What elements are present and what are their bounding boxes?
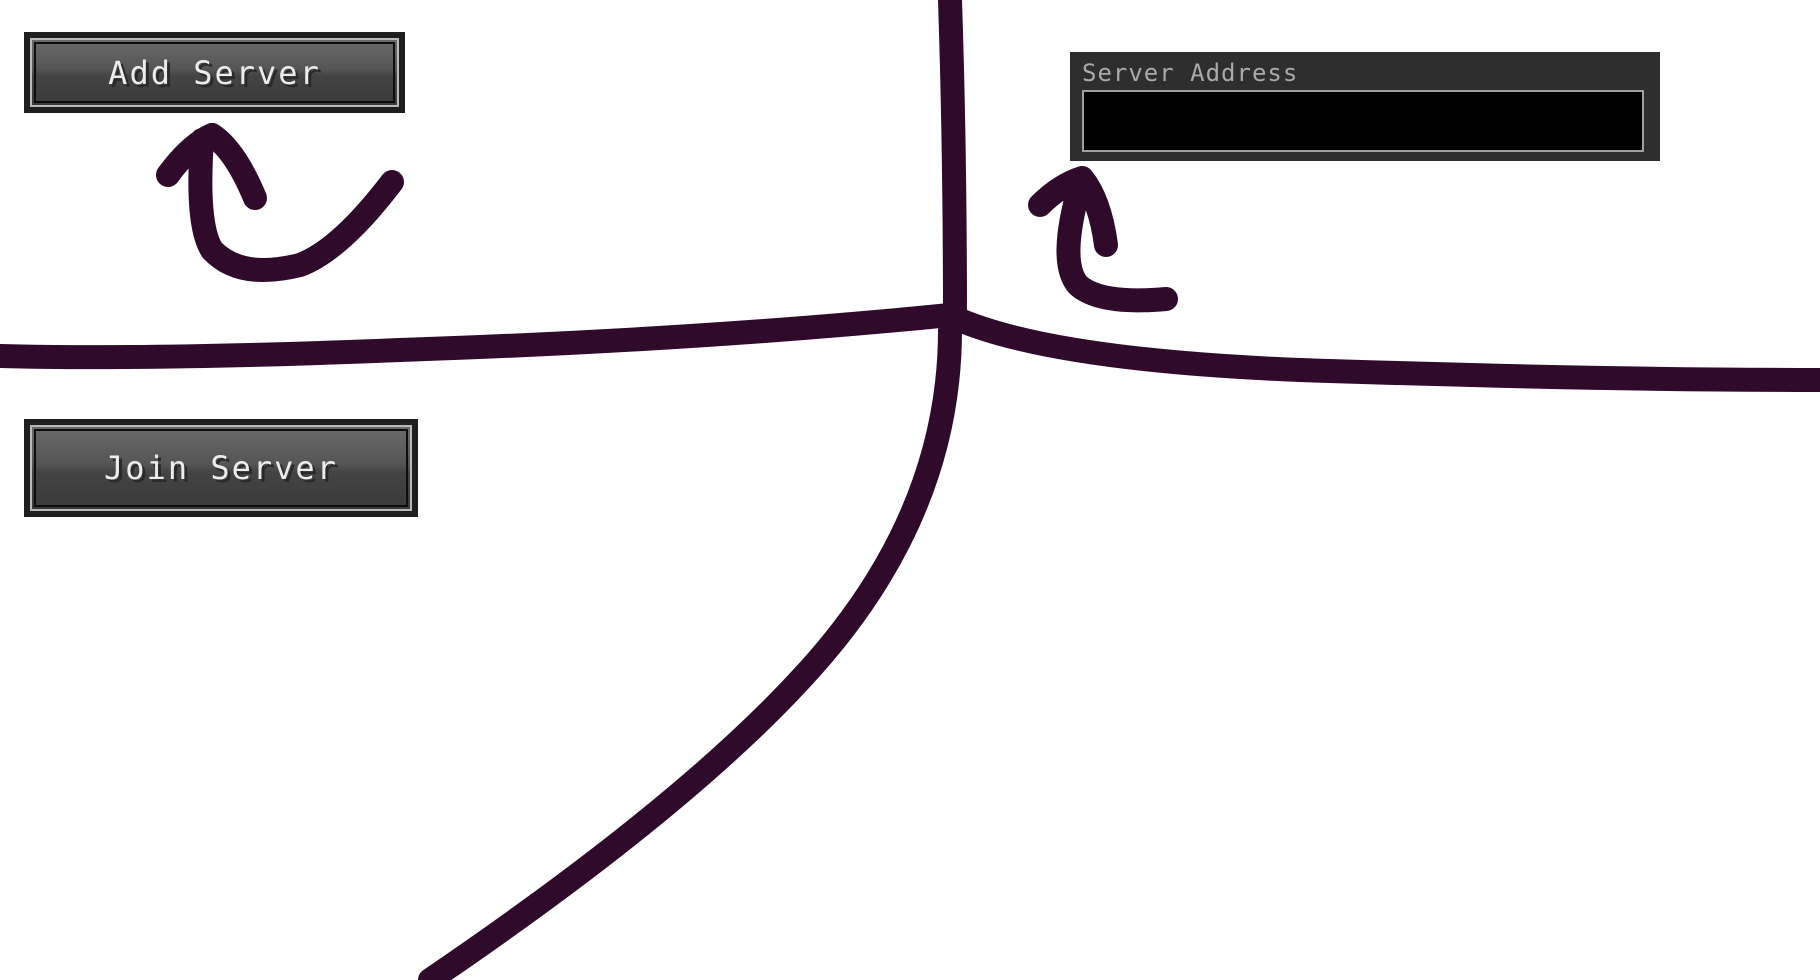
server-address-panel: Server Address [1070, 52, 1660, 161]
lower-curve-stroke [418, 318, 962, 980]
right-horizontal-stroke [943, 306, 1820, 392]
server-address-arrow [1028, 166, 1178, 313]
join-server-button[interactable]: Join Server [30, 425, 412, 511]
vertical-divider-stroke [938, 0, 967, 332]
add-server-label: Add Server [108, 53, 321, 92]
join-server-button-frame: Join Server [24, 419, 418, 517]
server-address-input[interactable] [1082, 90, 1644, 152]
add-server-button-frame: Add Server [24, 32, 405, 113]
join-server-label: Join Server [104, 449, 338, 487]
left-horizontal-stroke [0, 303, 962, 370]
server-address-label: Server Address [1082, 59, 1299, 87]
canvas: Add Server Join Server Server Address [0, 0, 1820, 980]
add-server-button[interactable]: Add Server [30, 38, 399, 107]
add-server-arrow [156, 123, 404, 282]
